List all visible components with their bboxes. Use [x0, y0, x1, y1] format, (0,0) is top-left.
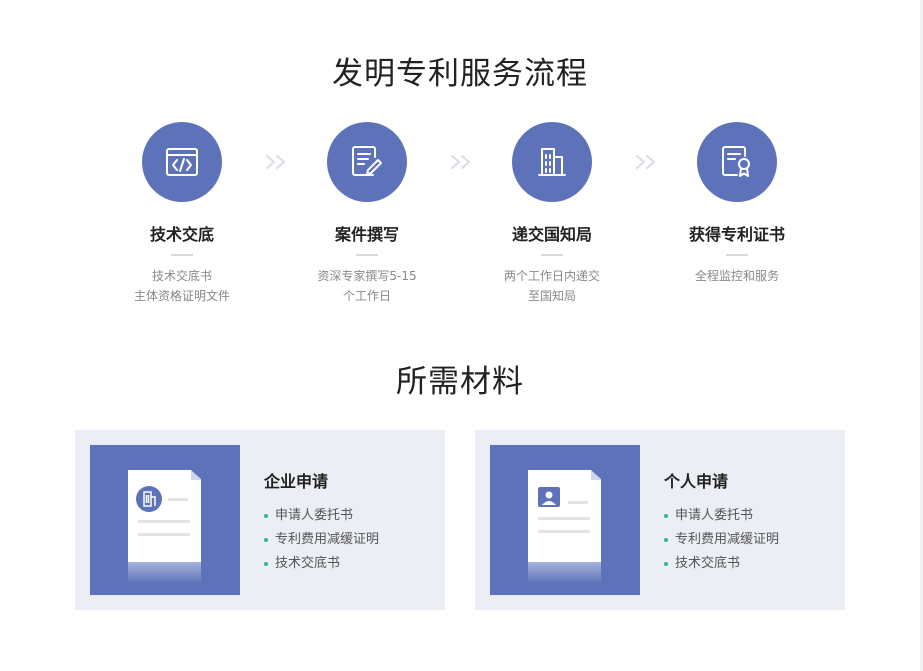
bullet-dot	[264, 538, 268, 542]
list-item-text: 专利费用减缓证明	[675, 532, 780, 547]
document-content-graphic	[136, 486, 190, 536]
list-item-text: 申请人委托书	[275, 508, 354, 523]
material-card-personal: 个人申请 申请人委托书 专利费用减缓证明 技术交底书	[475, 430, 845, 610]
step-2-desc-line1: 资深专家撰写5-15	[317, 269, 417, 283]
card-heading: 企业申请	[264, 472, 329, 491]
person-card-icon	[538, 487, 560, 507]
list-item: 专利费用减缓证明	[664, 528, 779, 552]
step-1-icon-circle	[142, 122, 222, 202]
building-icon	[538, 148, 566, 176]
required-materials-list: 申请人委托书 专利费用减缓证明 技术交底书	[664, 504, 779, 576]
enterprise-document-illustration	[90, 445, 240, 595]
bullet-dot	[664, 562, 668, 566]
code-window-icon	[166, 148, 198, 176]
process-step-2: 案件撰写 资深专家撰写5-15 个工作日	[277, 122, 457, 306]
step-2-desc-line2: 个工作日	[342, 289, 391, 303]
step-3-desc-line2: 至国知局	[527, 289, 576, 303]
required-materials-list: 申请人委托书 专利费用减缓证明 技术交底书	[264, 504, 379, 576]
bullet-dot	[664, 538, 668, 542]
list-item-text: 技术交底书	[275, 556, 341, 571]
step-4-divider	[726, 254, 748, 256]
card-heading: 个人申请	[664, 472, 729, 491]
list-item-text: 申请人委托书	[675, 508, 754, 523]
process-step-4: 获得专利证书 全程监控和服务	[647, 122, 827, 286]
materials-section-title: 所需材料	[396, 364, 524, 400]
step-3-divider	[541, 254, 563, 256]
certificate-icon	[722, 146, 750, 177]
list-item-text: 专利费用减缓证明	[275, 532, 380, 547]
list-item-text: 技术交底书	[675, 556, 741, 571]
step-1-divider	[171, 254, 193, 256]
list-item: 技术交底书	[264, 552, 379, 576]
step-2-name: 案件撰写	[334, 225, 399, 244]
process-section-title: 发明专利服务流程	[332, 56, 588, 92]
step-3-icon-circle	[512, 122, 592, 202]
bullet-dot	[264, 514, 268, 518]
list-item: 申请人委托书	[264, 504, 379, 528]
document-content-graphic	[538, 487, 590, 533]
step-1-desc-line2: 主体资格证明文件	[133, 289, 230, 303]
process-step-3: 递交国知局 两个工作日内递交 至国知局	[462, 122, 642, 306]
step-4-desc-line1: 全程监控和服务	[694, 269, 779, 283]
step-3-desc-line1: 两个工作日内递交	[503, 269, 600, 283]
step-1-desc-line1: 技术交底书	[151, 269, 212, 283]
step-2-icon-circle	[327, 122, 407, 202]
list-item: 申请人委托书	[664, 504, 779, 528]
document-reflection	[528, 562, 601, 584]
list-item: 专利费用减缓证明	[264, 528, 379, 552]
step-2-divider	[356, 254, 378, 256]
process-steps: 技术交底 技术交底书 主体资格证明文件 案件撰写 资深专家撰写5-15 个工作日	[0, 122, 920, 303]
bullet-dot	[264, 562, 268, 566]
process-step-1: 技术交底 技术交底书 主体资格证明文件	[92, 122, 272, 306]
bullet-dot	[664, 514, 668, 518]
step-3-name: 递交国知局	[511, 225, 592, 244]
personal-document-illustration	[490, 445, 640, 595]
step-4-name: 获得专利证书	[688, 225, 785, 244]
document-reflection	[128, 562, 201, 584]
list-item: 技术交底书	[664, 552, 779, 576]
step-4-icon-circle	[697, 122, 777, 202]
edit-document-icon	[352, 146, 382, 176]
step-1-name: 技术交底	[149, 225, 214, 244]
material-card-enterprise: 企业申请 申请人委托书 专利费用减缓证明 技术交底书	[75, 430, 445, 610]
